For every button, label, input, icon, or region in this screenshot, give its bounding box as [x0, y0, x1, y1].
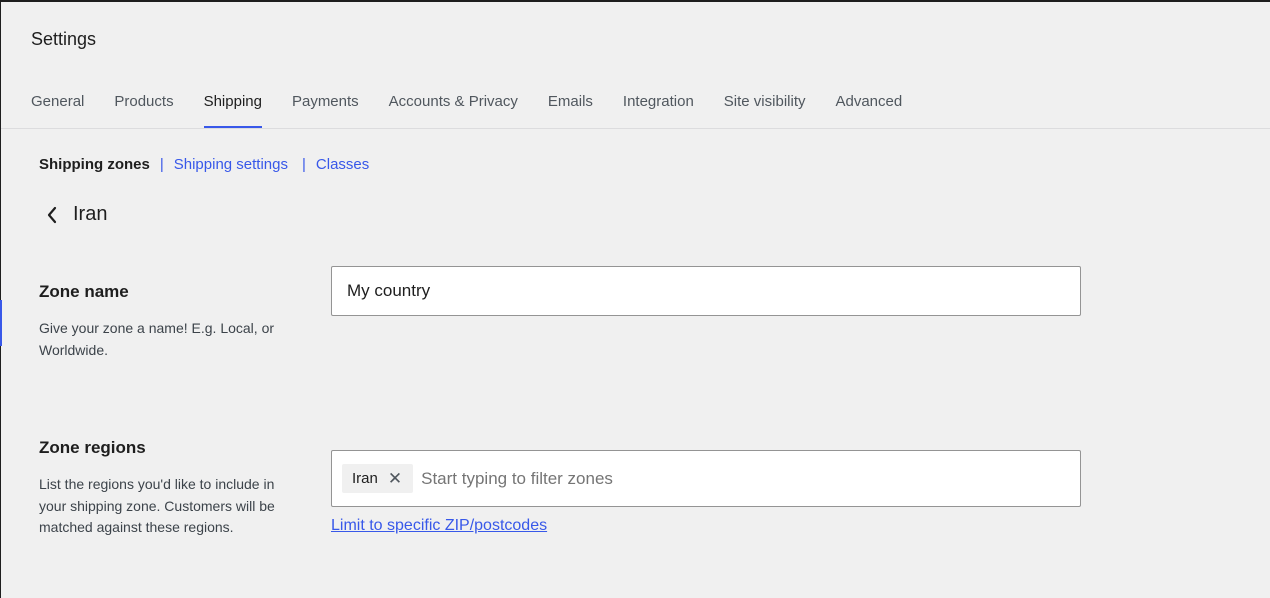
zone-title: Iran: [73, 203, 108, 225]
shipping-subnav: Shipping zones | Shipping settings | Cla…: [39, 156, 369, 173]
limit-postcodes-link[interactable]: Limit to specific ZIP/postcodes: [331, 517, 547, 535]
zone-name-input[interactable]: [332, 267, 1080, 315]
region-chip: Iran ✕: [342, 464, 414, 493]
zone-name-label: Zone name: [39, 282, 129, 301]
regions-filter-input[interactable]: [419, 467, 1080, 490]
zone-name-field: [331, 266, 1081, 316]
tab-emails[interactable]: Emails: [548, 80, 593, 128]
tab-shipping[interactable]: Shipping: [203, 80, 263, 128]
tab-site-visibility[interactable]: Site visibility: [724, 80, 806, 128]
zone-regions-label: Zone regions: [39, 438, 146, 457]
tab-payments[interactable]: Payments: [292, 80, 359, 128]
chevron-left-icon[interactable]: [45, 204, 59, 226]
zone-name-description: Give your zone a name! E.g. Local, or Wo…: [39, 320, 275, 358]
zone-regions-description: List the regions you'd like to include i…: [39, 476, 275, 535]
tabs-divider: [1, 128, 1270, 129]
region-chip-label: Iran: [352, 470, 378, 487]
close-icon[interactable]: ✕: [388, 470, 402, 487]
subnav-shipping-zones: Shipping zones: [39, 156, 150, 173]
tab-products[interactable]: Products: [114, 80, 173, 128]
zone-header: Iran: [45, 203, 107, 226]
tab-integration[interactable]: Integration: [623, 80, 694, 128]
left-edge-accent: [0, 300, 2, 346]
settings-tabs: General Products Shipping Payments Accou…: [31, 80, 932, 128]
subnav-separator: |: [159, 156, 164, 173]
subnav-classes-link[interactable]: Classes: [316, 156, 369, 173]
tab-general[interactable]: General: [31, 80, 84, 128]
page-title: Settings: [31, 29, 97, 49]
zone-regions-field[interactable]: Iran ✕: [331, 450, 1081, 507]
tab-advanced[interactable]: Advanced: [835, 80, 902, 128]
subnav-separator: |: [302, 156, 306, 173]
subnav-shipping-settings-link[interactable]: Shipping settings: [174, 156, 288, 173]
tab-accounts-privacy[interactable]: Accounts & Privacy: [389, 80, 518, 128]
